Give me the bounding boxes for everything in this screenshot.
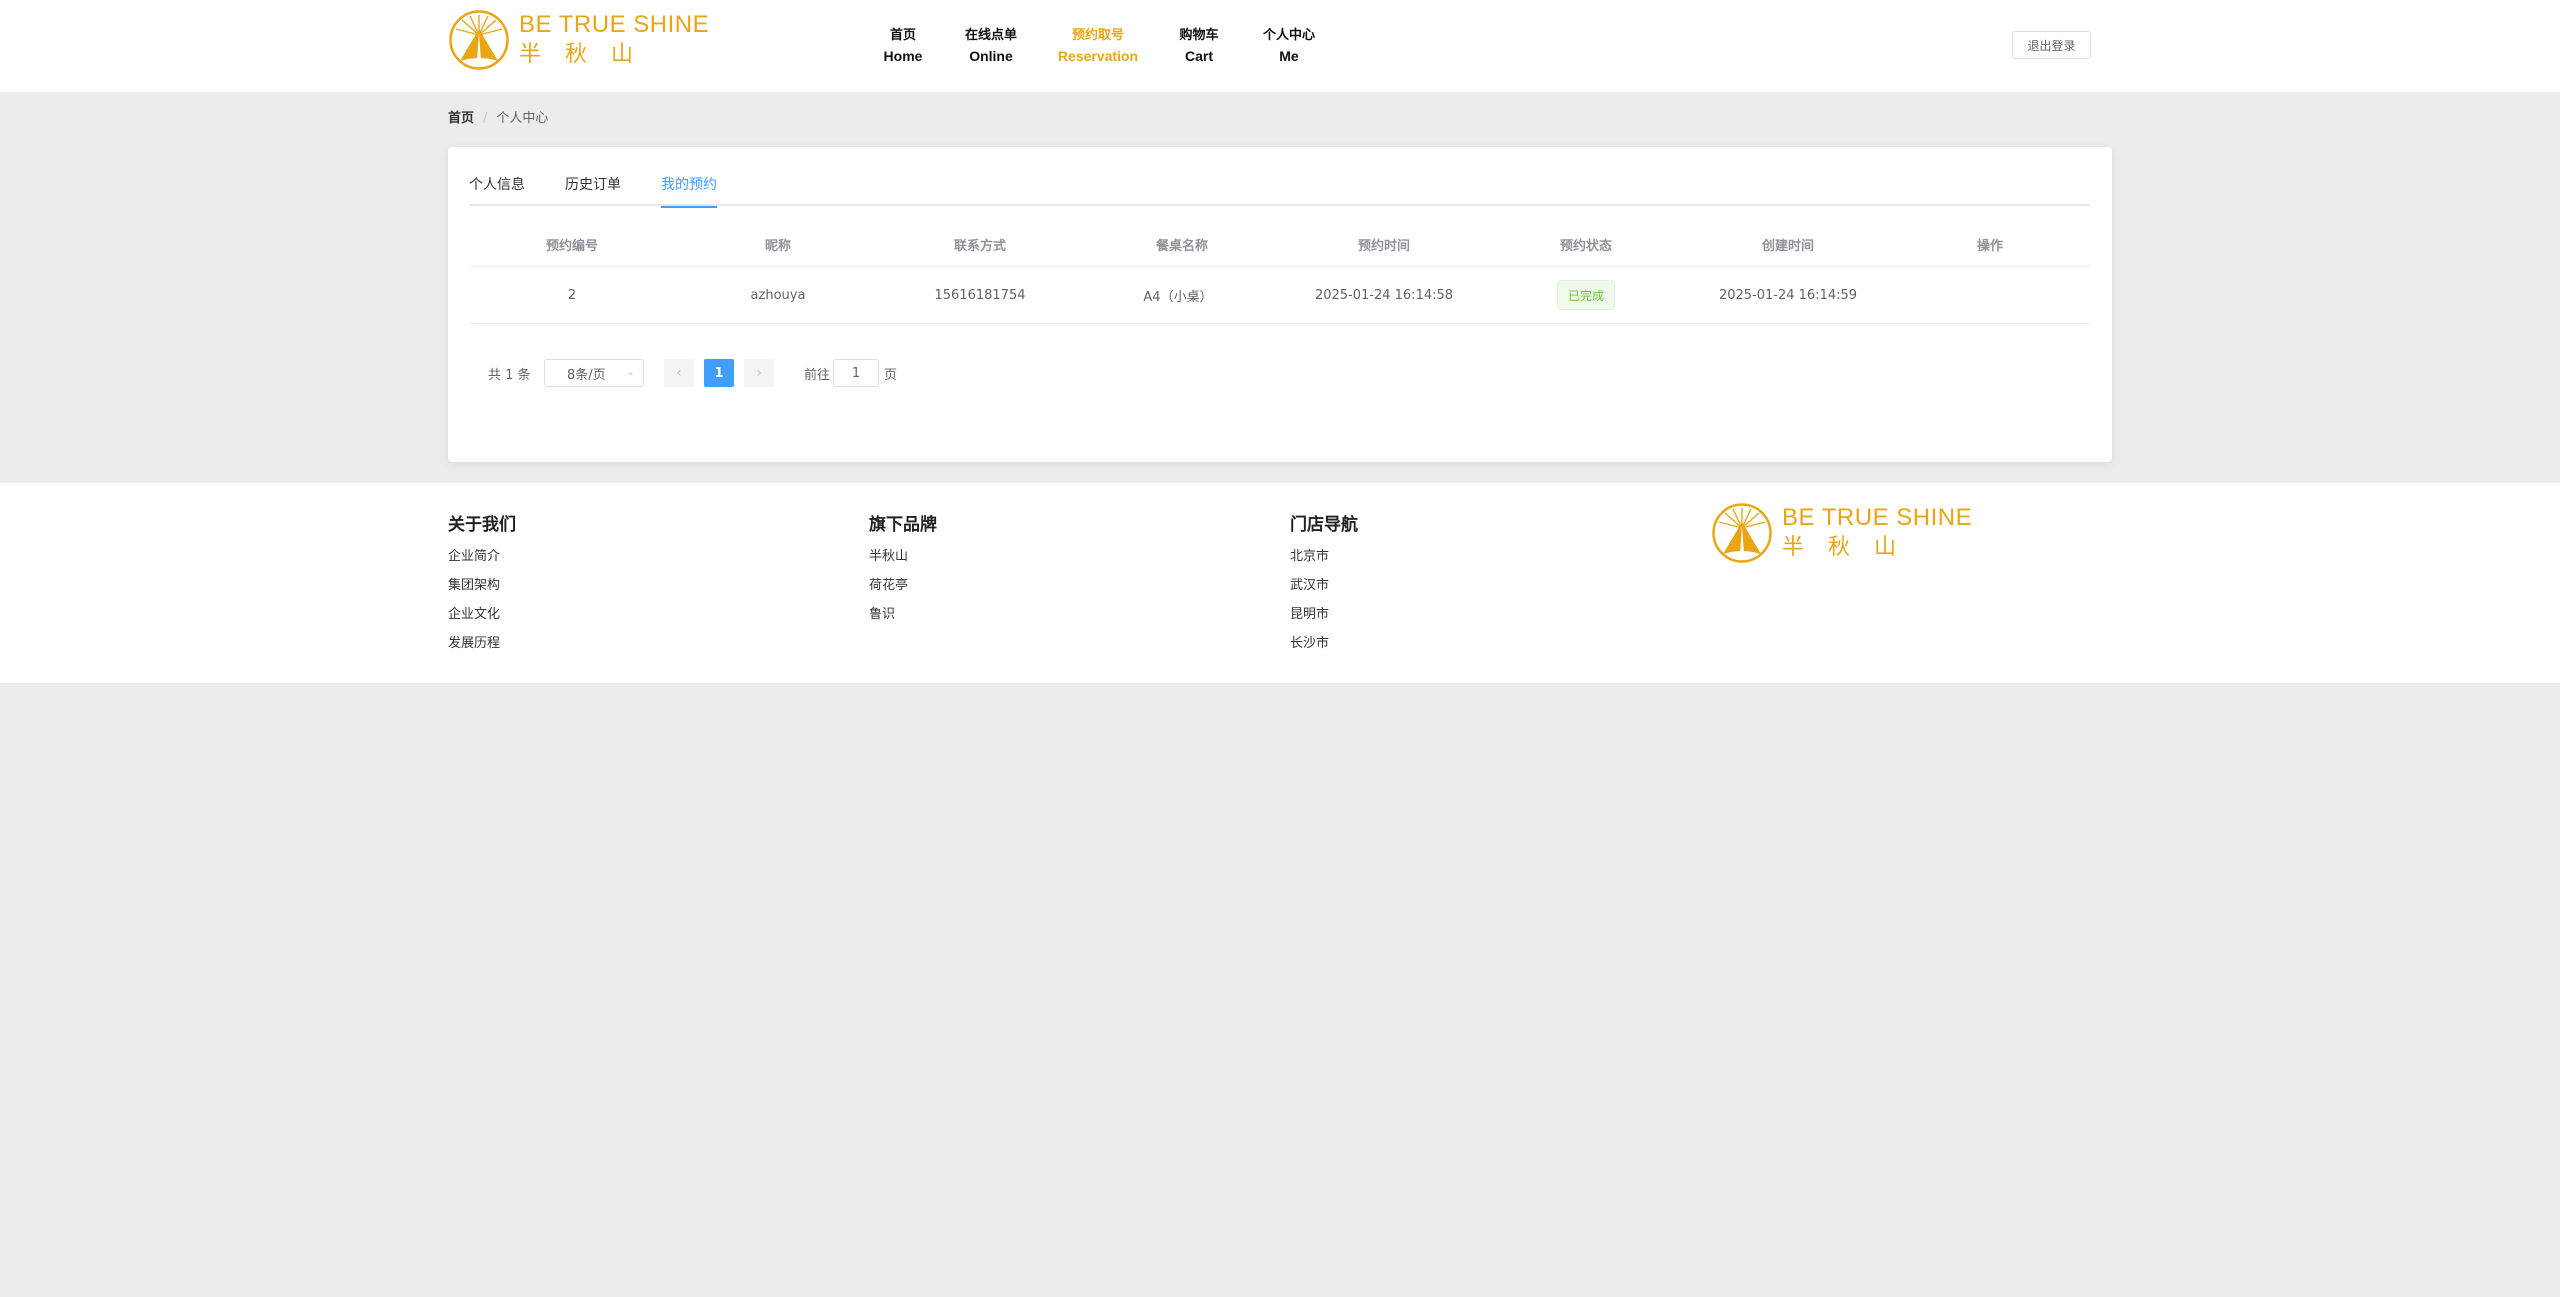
profile-tabs: 个人信息 历史订单 我的预约: [469, 176, 2090, 208]
breadcrumb-home[interactable]: 首页: [448, 111, 474, 126]
goto-unit: 页: [884, 367, 898, 383]
chevron-left-icon: ‹: [676, 365, 682, 381]
page-size-select[interactable]: 8条/页 ⌄: [544, 359, 644, 387]
nav-online[interactable]: 在线点单 Online: [965, 25, 1017, 67]
nav-cart-en: Cart: [1184, 48, 1214, 64]
footer-link[interactable]: 集团架构: [448, 571, 516, 600]
footer-heading: 旗下品牌: [869, 515, 937, 535]
column-header: 预约状态: [1559, 238, 1613, 254]
brand-name-cn: 半秋山: [519, 42, 658, 67]
footer-link[interactable]: 长沙市: [1290, 629, 1358, 658]
nav-cart-cn: 购物车: [1179, 28, 1219, 43]
cell-phone: 15616181754: [934, 287, 1026, 303]
column-header: 操作: [1976, 238, 2004, 254]
page-size-value: 8条/页: [567, 367, 606, 383]
footer-link[interactable]: 昆明市: [1290, 600, 1358, 629]
column-header: 联系方式: [953, 238, 1007, 254]
breadcrumb: 首页 / 个人中心: [448, 110, 548, 128]
footer-link[interactable]: 半秋山: [869, 542, 937, 571]
column-header: 餐桌名称: [1155, 238, 1209, 254]
cell-reserve-time: 2025-01-24 16:14:58: [1314, 287, 1454, 303]
tab-my-reservations[interactable]: 我的预约: [661, 176, 717, 208]
cell-reservation-id: 2: [567, 287, 577, 303]
footer-stores: 门店导航 北京市 武汉市 昆明市 长沙市: [1290, 513, 1358, 658]
cell-table-name: A4（小桌）: [1143, 289, 1213, 305]
nav-reservation-en: Reservation: [1057, 48, 1139, 64]
breadcrumb-separator: /: [483, 111, 488, 126]
brand-name-en: BE TRUE SHINE: [1782, 504, 1973, 531]
cell-nickname: azhouya: [750, 287, 806, 303]
reservation-table: 预约编号 昵称 联系方式 餐桌名称 预约时间 预约状态 创建时间 操作 2 az…: [469, 222, 2090, 324]
tab-personal-info[interactable]: 个人信息: [469, 176, 525, 206]
table-row[interactable]: 2 azhouya 15616181754 A4（小桌） 2025-01-24 …: [469, 267, 2090, 324]
footer-link[interactable]: 北京市: [1290, 542, 1358, 571]
brand-name-cn: 半秋山: [1782, 535, 1921, 560]
status-badge: 已完成: [1556, 280, 1616, 310]
footer-link[interactable]: 鲁识: [869, 600, 937, 629]
nav-reservation[interactable]: 预约取号 Reservation: [1058, 25, 1138, 67]
cell-status: 已完成: [1556, 267, 1616, 323]
footer-brands: 旗下品牌 半秋山 荷花亭 鲁识: [869, 513, 937, 629]
page-number-current[interactable]: 1: [704, 359, 734, 387]
nav-home-en: Home: [883, 48, 923, 64]
footer-link[interactable]: 发展历程: [448, 629, 516, 658]
profile-card: 个人信息 历史订单 我的预约 预约编号 昵称 联系方式 餐桌名称 预约时间 预约…: [448, 147, 2112, 462]
brand-logo[interactable]: BE TRUE SHINE 半秋山: [448, 9, 709, 71]
column-header: 昵称: [764, 238, 792, 254]
column-header: 预约编号: [545, 238, 599, 254]
site-footer: 关于我们 企业简介 集团架构 企业文化 发展历程 旗下品牌 半秋山 荷花亭 鲁识…: [0, 483, 2560, 683]
sun-emblem-icon: [449, 10, 509, 70]
footer-heading: 门店导航: [1290, 515, 1358, 535]
top-header: BE TRUE SHINE 半秋山 首页 Home 在线点单 Online 预约…: [0, 0, 2560, 92]
nav-me[interactable]: 个人中心 Me: [1263, 25, 1315, 67]
column-header: 预约时间: [1357, 238, 1411, 254]
nav-reservation-cn: 预约取号: [1071, 28, 1124, 43]
nav-me-en: Me: [1279, 48, 1299, 64]
footer-link[interactable]: 企业简介: [448, 542, 516, 571]
footer-heading: 关于我们: [448, 515, 516, 535]
footer-link[interactable]: 企业文化: [448, 600, 516, 629]
nav-home[interactable]: 首页 Home: [884, 25, 923, 67]
pagination-total: 共 1 条: [488, 367, 531, 383]
logout-button[interactable]: 退出登录: [2012, 31, 2091, 59]
table-header: 预约编号 昵称 联系方式 餐桌名称 预约时间 预约状态 创建时间 操作: [469, 222, 2090, 267]
footer-link[interactable]: 荷花亭: [869, 571, 937, 600]
brand-name-en: BE TRUE SHINE: [519, 11, 710, 38]
chevron-right-icon: ›: [756, 365, 762, 381]
footer-about: 关于我们 企业简介 集团架构 企业文化 发展历程: [448, 513, 516, 658]
prev-page-button[interactable]: ‹: [664, 359, 694, 387]
sun-emblem-icon: [1712, 503, 1772, 563]
next-page-button[interactable]: ›: [744, 359, 774, 387]
chevron-down-icon: ⌄: [625, 365, 635, 378]
nav-me-cn: 个人中心: [1262, 28, 1316, 43]
goto-page-input[interactable]: [833, 359, 879, 387]
column-header: 创建时间: [1761, 238, 1815, 254]
footer-link[interactable]: 武汉市: [1290, 571, 1358, 600]
nav-cart[interactable]: 购物车 Cart: [1179, 25, 1218, 67]
nav-online-cn: 在线点单: [964, 28, 1018, 43]
nav-online-en: Online: [969, 48, 1013, 64]
footer-brand-logo: BE TRUE SHINE 半秋山: [1711, 502, 1972, 564]
goto-label: 前往: [804, 367, 831, 383]
cell-created-time: 2025-01-24 16:14:59: [1718, 287, 1858, 303]
nav-home-cn: 首页: [889, 28, 916, 43]
breadcrumb-current: 个人中心: [496, 111, 549, 126]
tab-order-history[interactable]: 历史订单: [565, 176, 621, 206]
